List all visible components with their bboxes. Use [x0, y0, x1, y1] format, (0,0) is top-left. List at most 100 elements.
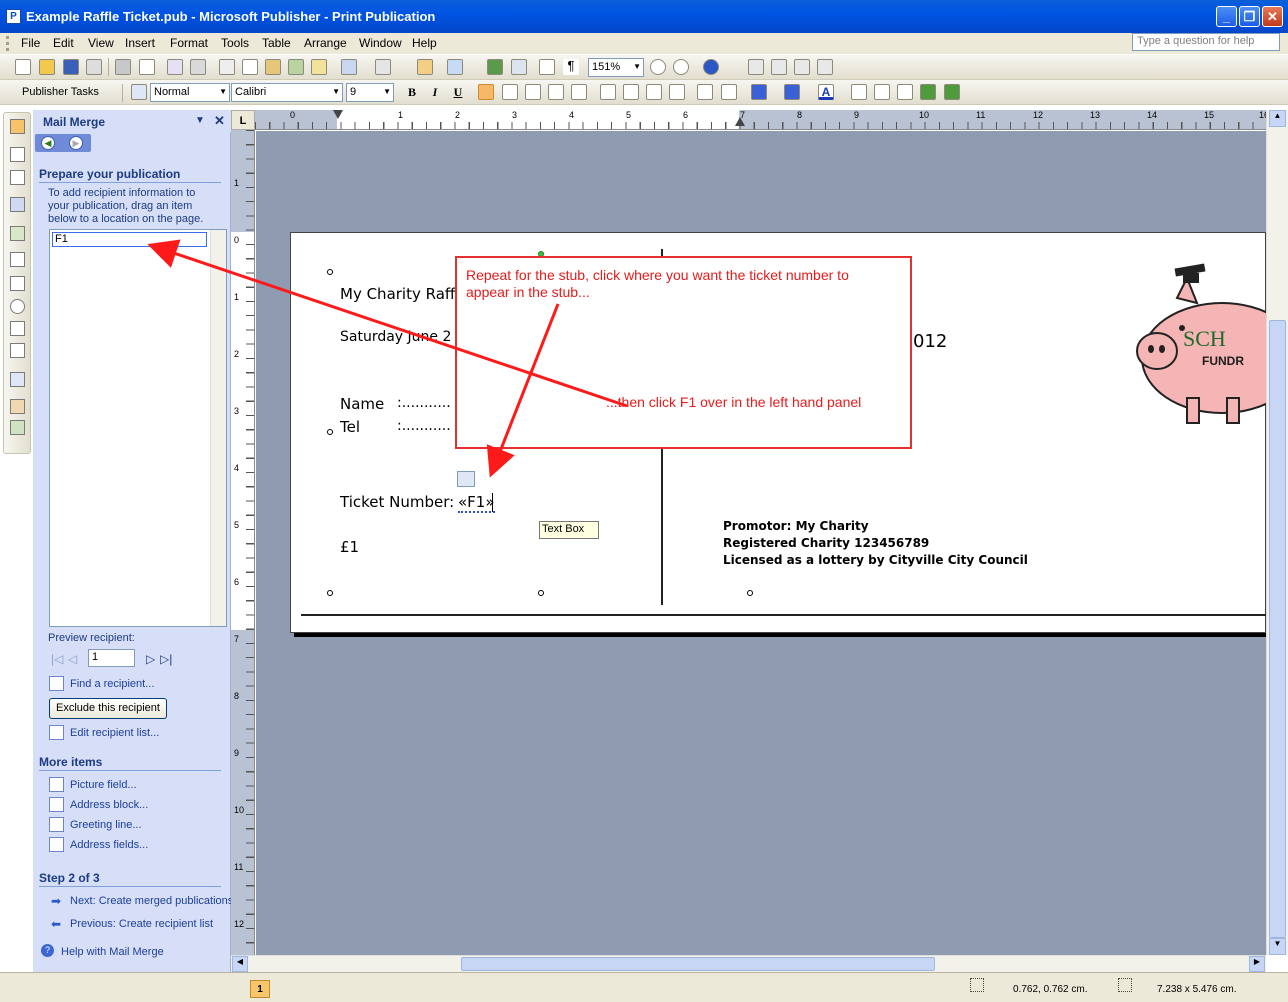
- paragraph-marks-icon[interactable]: ¶: [563, 59, 579, 75]
- selection-handle[interactable]: [327, 590, 333, 596]
- zoom-out-icon[interactable]: [650, 59, 666, 75]
- merge-field-list[interactable]: [49, 229, 227, 627]
- edit-recipient-list-link[interactable]: Edit recipient list...: [70, 727, 159, 739]
- text-box-prev-icon[interactable]: [817, 59, 833, 75]
- align-right-icon[interactable]: [525, 84, 541, 100]
- help-mail-merge-link[interactable]: Help with Mail Merge: [61, 946, 164, 958]
- selection-handle[interactable]: [538, 590, 544, 596]
- preview-recipient-input[interactable]: 1: [88, 649, 135, 667]
- menu-arrange[interactable]: Arrange: [304, 36, 347, 50]
- 3d-style-icon[interactable]: [944, 84, 960, 100]
- oval-tool-icon[interactable]: [10, 299, 25, 314]
- publisher-app-icon[interactable]: P: [6, 9, 21, 24]
- fill-color-icon[interactable]: [751, 84, 767, 100]
- mail-merge-field-icon[interactable]: [457, 471, 475, 487]
- pane-menu-dropdown[interactable]: ▼: [195, 115, 205, 126]
- registered-charity-line[interactable]: Registered Charity 123456789: [723, 536, 929, 550]
- forward-icon[interactable]: ▶: [69, 136, 83, 150]
- selection-handle[interactable]: [327, 429, 333, 435]
- text-box-tool-icon[interactable]: [10, 147, 25, 162]
- numbering-icon[interactable]: [600, 84, 616, 100]
- select-objects-icon[interactable]: [10, 119, 25, 134]
- stub-title[interactable]: My Charity Raff: [340, 285, 455, 303]
- rotate-icon[interactable]: [447, 59, 463, 75]
- dash-style-icon[interactable]: [874, 84, 890, 100]
- licensed-line[interactable]: Licensed as a lottery by Cityville City …: [723, 553, 1028, 567]
- back-icon[interactable]: ◀: [41, 136, 55, 150]
- research-icon[interactable]: [190, 59, 206, 75]
- minimize-button[interactable]: _: [1216, 6, 1237, 27]
- find-recipient-link[interactable]: Find a recipient...: [70, 678, 154, 690]
- item-from-content-icon[interactable]: [10, 420, 25, 435]
- text-box-next-icon[interactable]: [794, 59, 810, 75]
- last-record-icon[interactable]: ▷|: [160, 652, 172, 666]
- arrow-style-icon[interactable]: [897, 84, 913, 100]
- price[interactable]: £1: [340, 538, 359, 556]
- next-step-link[interactable]: Next: Create merged publications: [70, 895, 233, 907]
- f1-merge-field[interactable]: «F1»: [458, 493, 495, 513]
- ruler-corner[interactable]: L: [231, 110, 255, 130]
- previous-step-link[interactable]: Previous: Create recipient list: [70, 918, 213, 930]
- vertical-scroll-thumb[interactable]: [1269, 320, 1286, 938]
- exclude-recipient-button[interactable]: Exclude this recipient: [49, 698, 167, 719]
- scroll-up-icon[interactable]: ▲: [1269, 110, 1286, 127]
- vertical-ruler[interactable]: 1 0 1 2 3 4 5 6 7 8 9 10 11 12: [231, 130, 255, 955]
- line-color-icon[interactable]: [784, 84, 800, 100]
- copy-icon[interactable]: [242, 59, 258, 75]
- find-icon[interactable]: [511, 59, 527, 75]
- print-preview-icon[interactable]: [139, 59, 155, 75]
- vertical-scrollbar[interactable]: ▲ ▼: [1266, 110, 1288, 955]
- name-label[interactable]: Name: [340, 395, 384, 413]
- selection-handle[interactable]: [327, 269, 333, 275]
- line-style-icon[interactable]: [851, 84, 867, 100]
- styles-icon[interactable]: [131, 84, 147, 100]
- menu-window[interactable]: Window: [359, 36, 402, 50]
- page-navigator[interactable]: 1: [250, 980, 270, 998]
- horizontal-scroll-thumb[interactable]: [461, 957, 935, 971]
- new-icon[interactable]: [15, 59, 31, 75]
- menu-view[interactable]: View: [88, 36, 114, 50]
- paste-icon[interactable]: [265, 59, 281, 75]
- ticket-number-label[interactable]: Ticket Number:: [340, 493, 454, 511]
- bring-forward-icon[interactable]: [417, 59, 433, 75]
- field-f1[interactable]: F1: [52, 232, 207, 247]
- address-fields-link[interactable]: Address fields...: [70, 839, 148, 851]
- menu-insert[interactable]: Insert: [125, 36, 155, 50]
- cut-icon[interactable]: [219, 59, 235, 75]
- menu-tools[interactable]: Tools: [221, 36, 249, 50]
- bold-button[interactable]: B: [403, 84, 421, 101]
- right-indent-marker[interactable]: [735, 116, 745, 126]
- table-tool-icon[interactable]: [10, 170, 25, 185]
- hyperlink-icon[interactable]: [487, 59, 503, 75]
- spelling-icon[interactable]: [167, 59, 183, 75]
- help-icon[interactable]: [703, 59, 719, 75]
- previous-record-icon[interactable]: ◁: [68, 652, 77, 666]
- design-gallery-icon[interactable]: [10, 399, 25, 414]
- font-dropdown[interactable]: Calibri ▼: [231, 83, 343, 102]
- open-icon[interactable]: [39, 59, 55, 75]
- publisher-tasks-button[interactable]: Publisher Tasks: [22, 86, 99, 98]
- redo-icon[interactable]: [375, 59, 391, 75]
- zoom-in-icon[interactable]: [673, 59, 689, 75]
- align-left-icon[interactable]: [478, 84, 494, 100]
- bullets-icon[interactable]: [623, 84, 639, 100]
- zoom-dropdown[interactable]: 151% ▼: [588, 58, 644, 77]
- picture-field-link[interactable]: Picture field...: [70, 779, 137, 791]
- close-button[interactable]: ✕: [1262, 6, 1283, 27]
- arrow-tool-icon[interactable]: [10, 276, 25, 291]
- italic-button[interactable]: I: [426, 84, 444, 101]
- line-tool-icon[interactable]: [10, 252, 25, 267]
- link-icon[interactable]: [748, 59, 764, 75]
- greeting-line-link[interactable]: Greeting line...: [70, 819, 142, 831]
- horizontal-ruler[interactable]: 0 1 2 3 4 5 6 7 8 9 10 11 12 13 14 15 16: [255, 110, 1269, 130]
- autoshapes-icon[interactable]: [10, 343, 25, 358]
- style-dropdown[interactable]: Normal ▼: [150, 83, 230, 102]
- font-color-icon[interactable]: A: [818, 84, 834, 100]
- print-icon[interactable]: [115, 59, 131, 75]
- decrease-font-icon[interactable]: [697, 84, 713, 100]
- shadow-style-icon[interactable]: [920, 84, 936, 100]
- maximize-button[interactable]: ❐: [1239, 6, 1260, 27]
- stub-date[interactable]: Saturday June 2: [340, 329, 451, 345]
- selection-handle[interactable]: [747, 590, 753, 596]
- scroll-right-icon[interactable]: ▶: [1249, 956, 1265, 972]
